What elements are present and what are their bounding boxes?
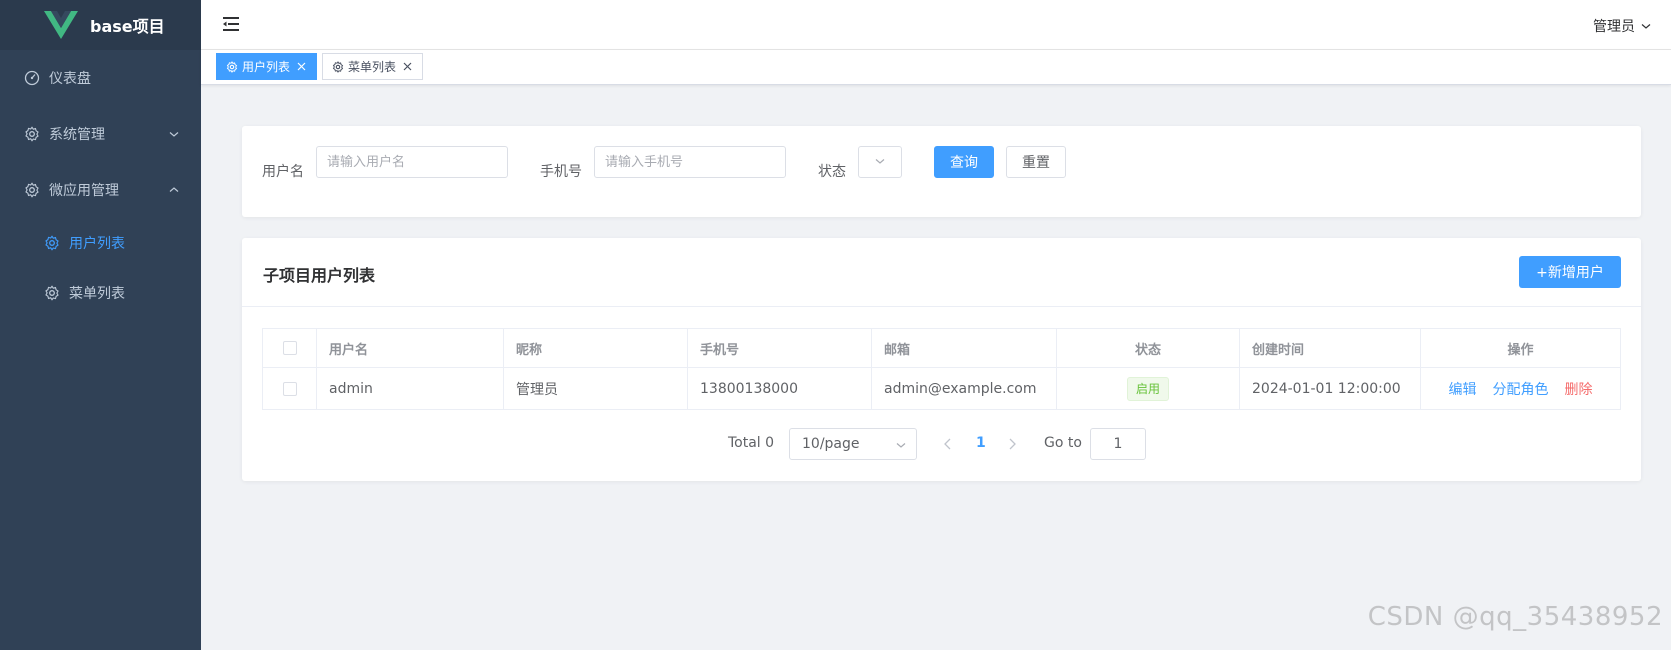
sidebar: base项目 仪表盘 系统管理 微应用管理 用户列表 菜单列表 <box>0 0 201 650</box>
row-checkbox[interactable] <box>282 381 297 396</box>
phone-input[interactable] <box>594 146 786 178</box>
add-user-button[interactable]: +新增用户 <box>1519 256 1621 288</box>
header-checkbox-cell <box>263 329 317 367</box>
pagination: Total 0 10/page 1 Go to 1 <box>242 428 1641 460</box>
goto-input[interactable]: 1 <box>1090 428 1146 460</box>
chevron-down-icon <box>1641 21 1651 31</box>
cell-status: 启用 <box>1057 368 1240 409</box>
table-header-row: 用户名 昵称 手机号 邮箱 状态 创建时间 操作 <box>263 329 1620 368</box>
cell-actions: 编辑 分配角色 删除 <box>1421 368 1620 409</box>
current-page[interactable]: 1 <box>976 435 986 451</box>
tags-view: 用户列表 菜单列表 <box>201 50 1671 85</box>
tag-user-list[interactable]: 用户列表 <box>216 53 317 80</box>
card-header: 子项目用户列表 +新增用户 <box>242 238 1641 307</box>
query-button[interactable]: 查询 <box>934 146 994 178</box>
table-row: admin 管理员 13800138000 admin@example.com … <box>263 368 1620 409</box>
delete-button[interactable]: 删除 <box>1565 379 1593 399</box>
user-name: 管理员 <box>1593 19 1635 35</box>
sidebar-item-system[interactable]: 系统管理 <box>0 106 201 162</box>
assign-role-button[interactable]: 分配角色 <box>1493 379 1549 399</box>
status-label: 状态 <box>818 164 846 180</box>
cell-username: admin <box>317 368 504 409</box>
hamburger-icon[interactable] <box>223 16 241 32</box>
watermark: CSDN @qq_35438952 <box>1367 602 1663 632</box>
tag-label: 菜单列表 <box>348 60 397 74</box>
user-dropdown[interactable]: 管理员 <box>1593 16 1651 36</box>
navbar: 管理员 <box>201 0 1671 50</box>
sidebar-item-label: 微应用管理 <box>49 183 119 199</box>
select-all-checkbox[interactable] <box>282 341 297 355</box>
username-label: 用户名 <box>262 164 304 180</box>
close-icon[interactable] <box>401 61 413 73</box>
sidebar-item-label: 菜单列表 <box>69 286 125 302</box>
tag-menu-list[interactable]: 菜单列表 <box>322 53 423 80</box>
page-size-value: 10/page <box>802 436 860 452</box>
column-header[interactable]: 昵称 <box>504 329 688 367</box>
gear-icon <box>226 60 238 73</box>
user-table: 用户名 昵称 手机号 邮箱 状态 创建时间 操作 admin 管理员 13800… <box>262 328 1621 410</box>
sidebar-item-micro-app[interactable]: 微应用管理 <box>0 162 201 218</box>
username-input[interactable] <box>316 146 508 178</box>
gear-icon <box>44 235 60 251</box>
chevron-down-icon <box>896 440 906 450</box>
chevron-down-icon <box>169 129 179 139</box>
goto-label: Go to <box>1044 435 1082 451</box>
phone-label: 手机号 <box>540 164 582 180</box>
reset-button[interactable]: 重置 <box>1006 146 1066 178</box>
column-header: 操作 <box>1507 342 1534 358</box>
column-header[interactable]: 用户名 <box>317 329 504 367</box>
sidebar-item-label: 仪表盘 <box>49 71 91 87</box>
page-size-select[interactable]: 10/page <box>789 428 917 460</box>
gear-icon <box>332 60 344 73</box>
sidebar-item-dashboard[interactable]: 仪表盘 <box>0 50 201 106</box>
cell-created: 2024-01-01 12:00:00 <box>1240 368 1421 409</box>
cell-phone: 13800138000 <box>688 368 872 409</box>
gear-icon <box>44 285 60 301</box>
gear-icon <box>24 126 40 142</box>
sidebar-item-label: 系统管理 <box>49 127 105 143</box>
column-header[interactable]: 手机号 <box>688 329 872 367</box>
status-select[interactable] <box>858 146 902 178</box>
column-header[interactable]: 状态 <box>1057 329 1240 367</box>
close-icon[interactable] <box>295 61 307 73</box>
sidebar-item-menu-list[interactable]: 菜单列表 <box>0 268 201 318</box>
cell-nickname: 管理员 <box>504 368 688 409</box>
row-checkbox-cell <box>263 368 317 409</box>
list-title: 子项目用户列表 <box>263 266 376 285</box>
user-list-card: 子项目用户列表 +新增用户 用户名 昵称 手机号 邮箱 状态 创建时间 操作 a… <box>242 238 1641 481</box>
pagination-total: Total 0 <box>728 435 775 451</box>
cell-email: admin@example.com <box>872 368 1057 409</box>
edit-button[interactable]: 编辑 <box>1449 379 1477 399</box>
column-header[interactable]: 创建时间 <box>1240 329 1421 367</box>
tag-label: 用户列表 <box>242 60 291 74</box>
app-title: base项目 <box>90 17 165 36</box>
dashboard-icon <box>24 70 40 86</box>
chevron-down-icon <box>875 154 885 170</box>
sidebar-item-user-list[interactable]: 用户列表 <box>0 218 201 268</box>
chevron-up-icon <box>169 185 179 195</box>
prev-page-icon[interactable] <box>942 437 954 451</box>
column-header[interactable]: 邮箱 <box>872 329 1057 367</box>
search-form: 用户名 手机号 状态 查询 重置 <box>242 126 1641 217</box>
logo[interactable]: base项目 <box>0 0 201 50</box>
vue-logo-icon <box>44 11 78 39</box>
gear-icon <box>24 182 40 198</box>
next-page-icon[interactable] <box>1006 437 1018 451</box>
status-badge: 启用 <box>1126 376 1169 401</box>
sidebar-item-label: 用户列表 <box>69 236 125 252</box>
